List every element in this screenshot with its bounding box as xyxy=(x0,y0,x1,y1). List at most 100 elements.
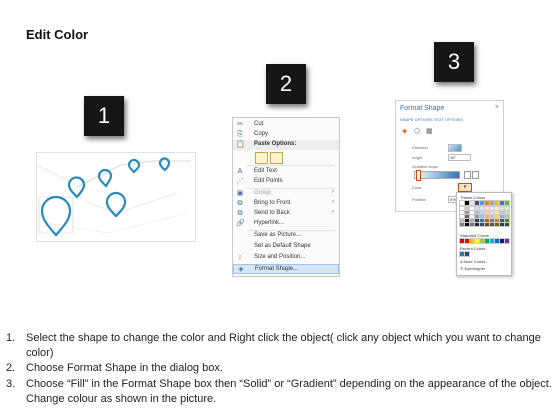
color-swatch[interactable] xyxy=(474,200,480,206)
color-swatch[interactable] xyxy=(504,206,510,211)
color-swatch[interactable] xyxy=(464,218,470,223)
color-swatch[interactable] xyxy=(474,218,480,223)
menu-item-edit-text[interactable]: A Edit Text xyxy=(233,167,339,177)
color-swatch[interactable] xyxy=(499,214,505,219)
color-swatch[interactable] xyxy=(499,238,505,244)
color-swatch[interactable] xyxy=(464,210,470,215)
color-swatch[interactable] xyxy=(479,206,485,211)
size-properties-icon[interactable]: ▦ xyxy=(426,127,433,135)
color-swatch[interactable] xyxy=(484,222,490,227)
color-swatch[interactable] xyxy=(479,218,485,223)
color-swatch[interactable] xyxy=(494,206,500,211)
paste-keep-formatting-icon[interactable] xyxy=(255,152,268,164)
color-swatch[interactable] xyxy=(489,218,495,223)
add-stop-icon[interactable] xyxy=(464,171,471,179)
color-swatch[interactable] xyxy=(504,214,510,219)
color-swatch[interactable] xyxy=(464,251,470,257)
pane-tabs[interactable]: SHAPE OPTIONS TEXT OPTIONS xyxy=(400,117,463,122)
color-swatch[interactable] xyxy=(469,210,475,215)
direction-dropdown[interactable] xyxy=(448,144,462,152)
color-swatch[interactable] xyxy=(479,200,485,206)
color-swatch[interactable] xyxy=(484,200,490,206)
color-swatch[interactable] xyxy=(474,210,480,215)
more-colors-option[interactable]: ● More Colors... xyxy=(460,259,489,264)
remove-stop-icon[interactable] xyxy=(472,171,479,179)
fill-line-icon[interactable]: ◈ xyxy=(402,127,407,135)
menu-item-group[interactable]: ▣ Group › xyxy=(233,189,339,199)
close-icon[interactable]: × xyxy=(495,104,499,111)
effects-icon[interactable]: ⬠ xyxy=(414,127,420,135)
color-swatch[interactable] xyxy=(474,238,480,244)
menu-item-bring-to-front[interactable]: ⧉ Bring to Front › xyxy=(233,199,339,209)
color-swatch[interactable] xyxy=(489,200,495,206)
color-swatch[interactable] xyxy=(499,206,505,211)
color-swatch[interactable] xyxy=(479,210,485,215)
color-swatch[interactable] xyxy=(499,210,505,215)
color-swatch[interactable] xyxy=(459,251,465,257)
color-swatch[interactable] xyxy=(489,214,495,219)
color-swatch[interactable] xyxy=(494,238,500,244)
menu-item-set-default-shape[interactable]: Set as Default Shape xyxy=(233,242,339,252)
color-swatch[interactable] xyxy=(459,210,465,215)
color-swatch[interactable] xyxy=(504,222,510,227)
color-swatch[interactable] xyxy=(494,210,500,215)
color-swatch[interactable] xyxy=(459,238,465,244)
color-swatch[interactable] xyxy=(474,222,480,227)
color-swatch[interactable] xyxy=(479,238,485,244)
menu-item-save-as-picture[interactable]: Save as Picture... xyxy=(233,231,339,241)
color-swatch[interactable] xyxy=(464,238,470,244)
color-swatch[interactable] xyxy=(499,200,505,206)
color-swatch[interactable] xyxy=(479,222,485,227)
color-swatch[interactable] xyxy=(464,200,470,206)
gradient-stop-handle[interactable] xyxy=(416,170,421,181)
paste-picture-icon[interactable] xyxy=(270,152,283,164)
color-swatch[interactable] xyxy=(459,218,465,223)
color-label: Color xyxy=(412,185,422,190)
color-swatch[interactable] xyxy=(489,238,495,244)
color-swatch[interactable] xyxy=(474,206,480,211)
menu-item-size-position[interactable]: ↕ Size and Position... xyxy=(233,253,339,263)
color-swatch[interactable] xyxy=(469,214,475,219)
color-swatch[interactable] xyxy=(474,214,480,219)
eyedropper-option[interactable]: ✎ Eyedropper xyxy=(460,266,485,271)
color-swatch[interactable] xyxy=(494,214,500,219)
color-swatch[interactable] xyxy=(459,222,465,227)
color-swatch[interactable] xyxy=(504,210,510,215)
color-swatch[interactable] xyxy=(489,210,495,215)
color-swatch[interactable] xyxy=(484,214,490,219)
color-dropdown-button[interactable]: ▾ xyxy=(458,183,472,192)
color-swatch[interactable] xyxy=(484,210,490,215)
color-swatch[interactable] xyxy=(464,222,470,227)
angle-input[interactable]: 45° xyxy=(448,154,471,161)
color-swatch[interactable] xyxy=(459,206,465,211)
color-swatch[interactable] xyxy=(499,222,505,227)
color-swatch[interactable] xyxy=(459,200,465,206)
color-swatch[interactable] xyxy=(469,200,475,206)
color-swatch[interactable] xyxy=(494,218,500,223)
color-swatch[interactable] xyxy=(494,200,500,206)
color-swatch[interactable] xyxy=(494,222,500,227)
menu-item-cut[interactable]: ✂ Cut xyxy=(233,120,339,130)
color-swatch[interactable] xyxy=(469,222,475,227)
color-swatch[interactable] xyxy=(469,238,475,244)
menu-item-hyperlink[interactable]: 🔗 Hyperlink... xyxy=(233,219,339,229)
color-swatch[interactable] xyxy=(504,200,510,206)
color-swatch[interactable] xyxy=(484,238,490,244)
color-swatch[interactable] xyxy=(484,218,490,223)
color-swatch[interactable] xyxy=(489,206,495,211)
color-swatch[interactable] xyxy=(464,214,470,219)
color-swatch[interactable] xyxy=(504,218,510,223)
color-swatch[interactable] xyxy=(484,206,490,211)
color-swatch[interactable] xyxy=(499,218,505,223)
color-swatch[interactable] xyxy=(469,206,475,211)
menu-item-copy[interactable]: ⎘ Copy xyxy=(233,130,339,140)
menu-item-edit-points[interactable]: ⋰ Edit Points xyxy=(233,177,339,187)
color-swatch[interactable] xyxy=(479,214,485,219)
menu-item-send-to-back[interactable]: ⧉ Send to Back › xyxy=(233,209,339,219)
color-swatch[interactable] xyxy=(489,222,495,227)
color-swatch[interactable] xyxy=(464,206,470,211)
menu-item-format-shape[interactable]: ◈ Format Shape... xyxy=(233,264,339,274)
color-swatch[interactable] xyxy=(469,218,475,223)
color-swatch[interactable] xyxy=(504,238,510,244)
color-swatch[interactable] xyxy=(459,214,465,219)
